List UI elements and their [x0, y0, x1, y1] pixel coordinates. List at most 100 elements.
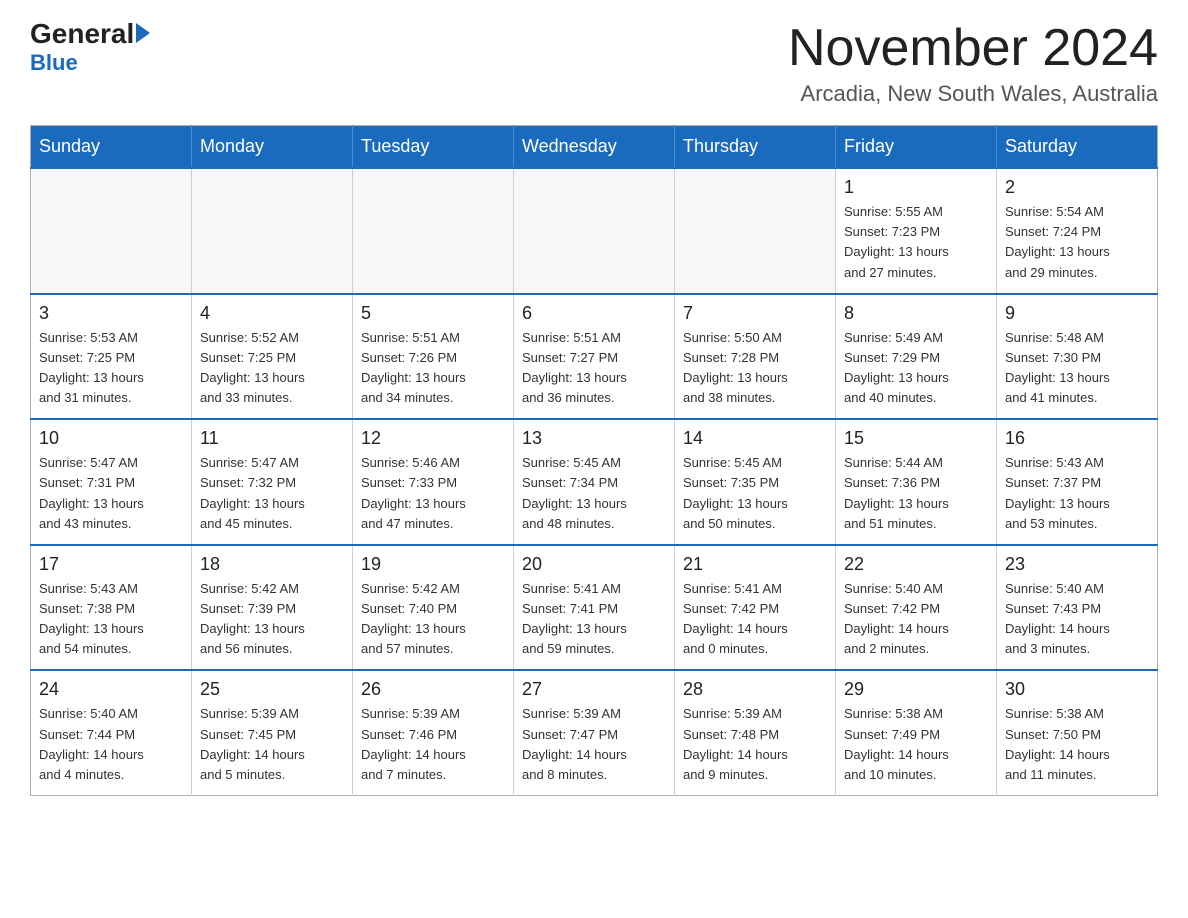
calendar-cell: 28 Sunrise: 5:39 AMSunset: 7:48 PMDayligh… — [675, 670, 836, 795]
title-block: November 2024 Arcadia, New South Wales, … — [788, 20, 1158, 107]
day-info: Sunrise: 5:43 AMSunset: 7:38 PMDaylight:… — [39, 579, 183, 660]
day-info: Sunrise: 5:54 AMSunset: 7:24 PMDaylight:… — [1005, 202, 1149, 283]
calendar-cell: 14 Sunrise: 5:45 AMSunset: 7:35 PMDayligh… — [675, 419, 836, 545]
day-number: 2 — [1005, 177, 1149, 198]
day-info: Sunrise: 5:41 AMSunset: 7:42 PMDaylight:… — [683, 579, 827, 660]
calendar-cell: 23 Sunrise: 5:40 AMSunset: 7:43 PMDayligh… — [997, 545, 1158, 671]
calendar-week-row: 3Sunrise: 5:53 AMSunset: 7:25 PMDaylight… — [31, 294, 1158, 420]
day-number: 5 — [361, 303, 505, 324]
day-info: Sunrise: 5:39 AMSunset: 7:46 PMDaylight:… — [361, 704, 505, 785]
day-number: 15 — [844, 428, 988, 449]
day-number: 9 — [1005, 303, 1149, 324]
day-info: Sunrise: 5:45 AMSunset: 7:35 PMDaylight:… — [683, 453, 827, 534]
calendar-cell: 11Sunrise: 5:47 AMSunset: 7:32 PMDayligh… — [192, 419, 353, 545]
day-number: 23 — [1005, 554, 1149, 575]
calendar-cell: 4 Sunrise: 5:52 AMSunset: 7:25 PMDaylight… — [192, 294, 353, 420]
calendar-cell: 24 Sunrise: 5:40 AMSunset: 7:44 PMDayligh… — [31, 670, 192, 795]
day-number: 6 — [522, 303, 666, 324]
day-info: Sunrise: 5:40 AMSunset: 7:42 PMDaylight:… — [844, 579, 988, 660]
calendar-cell: 7 Sunrise: 5:50 AMSunset: 7:28 PMDaylight… — [675, 294, 836, 420]
day-number: 17 — [39, 554, 183, 575]
calendar-cell — [31, 168, 192, 294]
logo-blue: Blue — [30, 50, 78, 76]
calendar-cell: 18 Sunrise: 5:42 AMSunset: 7:39 PMDayligh… — [192, 545, 353, 671]
calendar-cell: 17 Sunrise: 5:43 AMSunset: 7:38 PMDayligh… — [31, 545, 192, 671]
day-info: Sunrise: 5:41 AMSunset: 7:41 PMDaylight:… — [522, 579, 666, 660]
calendar-week-row: 1 Sunrise: 5:55 AMSunset: 7:23 PMDaylight… — [31, 168, 1158, 294]
header-wednesday: Wednesday — [514, 126, 675, 169]
logo-general: General — [30, 20, 134, 48]
calendar-cell: 16Sunrise: 5:43 AMSunset: 7:37 PMDayligh… — [997, 419, 1158, 545]
day-number: 19 — [361, 554, 505, 575]
day-number: 14 — [683, 428, 827, 449]
calendar-cell: 21 Sunrise: 5:41 AMSunset: 7:42 PMDayligh… — [675, 545, 836, 671]
calendar-table: Sunday Monday Tuesday Wednesday Thursday… — [30, 125, 1158, 796]
calendar-cell: 8 Sunrise: 5:49 AMSunset: 7:29 PMDaylight… — [836, 294, 997, 420]
logo-text: General — [30, 20, 150, 48]
calendar-cell: 27Sunrise: 5:39 AMSunset: 7:47 PMDayligh… — [514, 670, 675, 795]
calendar-cell: 29 Sunrise: 5:38 AMSunset: 7:49 PMDayligh… — [836, 670, 997, 795]
day-number: 25 — [200, 679, 344, 700]
day-info: Sunrise: 5:46 AMSunset: 7:33 PMDaylight:… — [361, 453, 505, 534]
calendar-title: November 2024 — [788, 20, 1158, 77]
day-number: 24 — [39, 679, 183, 700]
calendar-cell: 19Sunrise: 5:42 AMSunset: 7:40 PMDayligh… — [353, 545, 514, 671]
day-info: Sunrise: 5:40 AMSunset: 7:43 PMDaylight:… — [1005, 579, 1149, 660]
day-number: 7 — [683, 303, 827, 324]
day-number: 3 — [39, 303, 183, 324]
calendar-subtitle: Arcadia, New South Wales, Australia — [788, 81, 1158, 107]
day-number: 1 — [844, 177, 988, 198]
day-info: Sunrise: 5:39 AMSunset: 7:47 PMDaylight:… — [522, 704, 666, 785]
calendar-cell: 25 Sunrise: 5:39 AMSunset: 7:45 PMDayligh… — [192, 670, 353, 795]
page-header: General Blue November 2024 Arcadia, New … — [30, 20, 1158, 107]
day-number: 21 — [683, 554, 827, 575]
header-saturday: Saturday — [997, 126, 1158, 169]
calendar-cell: 12 Sunrise: 5:46 AMSunset: 7:33 PMDayligh… — [353, 419, 514, 545]
day-number: 8 — [844, 303, 988, 324]
day-info: Sunrise: 5:38 AMSunset: 7:49 PMDaylight:… — [844, 704, 988, 785]
header-sunday: Sunday — [31, 126, 192, 169]
day-info: Sunrise: 5:51 AMSunset: 7:27 PMDaylight:… — [522, 328, 666, 409]
day-number: 4 — [200, 303, 344, 324]
calendar-week-row: 10Sunrise: 5:47 AMSunset: 7:31 PMDayligh… — [31, 419, 1158, 545]
calendar-cell: 13Sunrise: 5:45 AMSunset: 7:34 PMDayligh… — [514, 419, 675, 545]
calendar-cell: 1 Sunrise: 5:55 AMSunset: 7:23 PMDaylight… — [836, 168, 997, 294]
calendar-header-row: Sunday Monday Tuesday Wednesday Thursday… — [31, 126, 1158, 169]
calendar-cell — [514, 168, 675, 294]
day-number: 30 — [1005, 679, 1149, 700]
day-number: 29 — [844, 679, 988, 700]
day-number: 20 — [522, 554, 666, 575]
calendar-cell: 22 Sunrise: 5:40 AMSunset: 7:42 PMDayligh… — [836, 545, 997, 671]
day-number: 22 — [844, 554, 988, 575]
day-info: Sunrise: 5:47 AMSunset: 7:31 PMDaylight:… — [39, 453, 183, 534]
calendar-cell: 20 Sunrise: 5:41 AMSunset: 7:41 PMDayligh… — [514, 545, 675, 671]
day-number: 12 — [361, 428, 505, 449]
day-info: Sunrise: 5:52 AMSunset: 7:25 PMDaylight:… — [200, 328, 344, 409]
calendar-cell: 30 Sunrise: 5:38 AMSunset: 7:50 PMDayligh… — [997, 670, 1158, 795]
day-number: 18 — [200, 554, 344, 575]
day-info: Sunrise: 5:39 AMSunset: 7:45 PMDaylight:… — [200, 704, 344, 785]
day-info: Sunrise: 5:44 AMSunset: 7:36 PMDaylight:… — [844, 453, 988, 534]
day-info: Sunrise: 5:51 AMSunset: 7:26 PMDaylight:… — [361, 328, 505, 409]
calendar-week-row: 17 Sunrise: 5:43 AMSunset: 7:38 PMDayligh… — [31, 545, 1158, 671]
day-info: Sunrise: 5:39 AMSunset: 7:48 PMDaylight:… — [683, 704, 827, 785]
day-info: Sunrise: 5:49 AMSunset: 7:29 PMDaylight:… — [844, 328, 988, 409]
day-number: 28 — [683, 679, 827, 700]
day-number: 16 — [1005, 428, 1149, 449]
day-info: Sunrise: 5:42 AMSunset: 7:39 PMDaylight:… — [200, 579, 344, 660]
calendar-cell: 3Sunrise: 5:53 AMSunset: 7:25 PMDaylight… — [31, 294, 192, 420]
day-info: Sunrise: 5:55 AMSunset: 7:23 PMDaylight:… — [844, 202, 988, 283]
day-number: 11 — [200, 428, 344, 449]
calendar-cell: 10Sunrise: 5:47 AMSunset: 7:31 PMDayligh… — [31, 419, 192, 545]
calendar-cell — [353, 168, 514, 294]
day-number: 26 — [361, 679, 505, 700]
calendar-week-row: 24 Sunrise: 5:40 AMSunset: 7:44 PMDayligh… — [31, 670, 1158, 795]
day-info: Sunrise: 5:50 AMSunset: 7:28 PMDaylight:… — [683, 328, 827, 409]
day-info: Sunrise: 5:48 AMSunset: 7:30 PMDaylight:… — [1005, 328, 1149, 409]
day-number: 13 — [522, 428, 666, 449]
day-info: Sunrise: 5:40 AMSunset: 7:44 PMDaylight:… — [39, 704, 183, 785]
day-info: Sunrise: 5:38 AMSunset: 7:50 PMDaylight:… — [1005, 704, 1149, 785]
logo-arrow-icon — [136, 23, 150, 43]
calendar-cell — [675, 168, 836, 294]
header-friday: Friday — [836, 126, 997, 169]
